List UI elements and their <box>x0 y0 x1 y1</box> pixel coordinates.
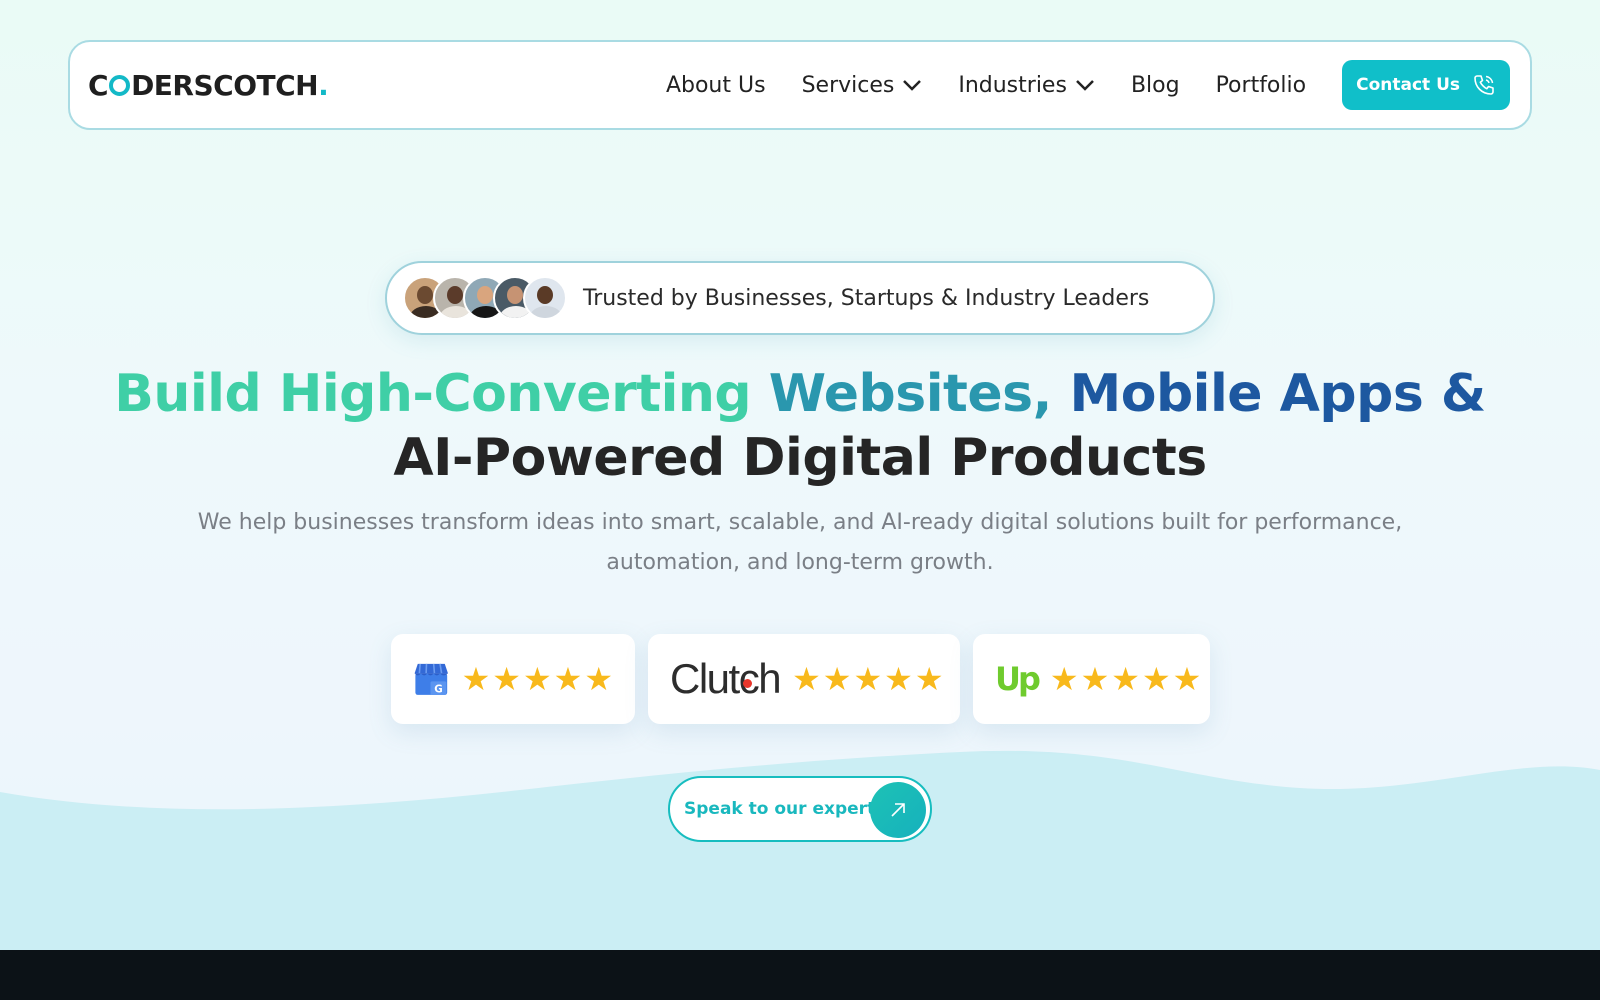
cta-arrow-circle <box>870 782 926 838</box>
trust-badge: Trusted by Businesses, Startups & Indust… <box>385 261 1215 335</box>
contact-us-button[interactable]: Contact Us <box>1342 60 1510 110</box>
speak-to-expert-label: Speak to our expert <box>684 799 876 819</box>
chevron-down-icon <box>903 80 922 91</box>
logo-letter-c: C <box>88 68 109 102</box>
phone-icon <box>1474 75 1494 95</box>
star-icon: ★ <box>792 660 821 698</box>
rating-card-clutch[interactable]: Clutch ★ ★ ★ ★ ★ <box>648 634 960 724</box>
avatar <box>523 276 567 320</box>
google-business-icon: G <box>414 663 448 696</box>
star-icon: ★ <box>492 660 521 698</box>
star-icon: ★ <box>884 660 913 698</box>
trust-text: Trusted by Businesses, Startups & Indust… <box>583 285 1150 311</box>
hero-wave-background <box>0 750 1600 950</box>
footer-band <box>0 950 1600 1000</box>
hero-headline: Build High-Converting Websites, Mobile A… <box>0 362 1600 490</box>
star-icon: ★ <box>1049 660 1079 698</box>
headline-part-green: Build High-Converting <box>114 364 752 424</box>
nav-services[interactable]: Services <box>802 73 923 98</box>
logo[interactable]: C DERSCOTCH . <box>88 68 329 102</box>
rating-stars: ★ ★ ★ ★ ★ <box>1050 663 1201 695</box>
nav-services-label: Services <box>801 72 895 98</box>
nav-portfolio-label: Portfolio <box>1215 72 1307 98</box>
star-icon: ★ <box>914 660 944 698</box>
clutch-logo: Clutch <box>670 655 782 703</box>
headline-part-blue: Mobile Apps & <box>1069 364 1486 424</box>
speak-to-expert-button[interactable]: Speak to our expert <box>668 776 932 842</box>
clutch-logo-text: Clutch <box>670 655 782 702</box>
nav-portfolio[interactable]: Portfolio <box>1216 73 1307 98</box>
nav-blog[interactable]: Blog <box>1131 73 1180 98</box>
headline-line-2: AI-Powered Digital Products <box>393 428 1207 488</box>
star-icon: ★ <box>1172 660 1202 698</box>
star-icon: ★ <box>853 660 883 698</box>
star-icon: ★ <box>553 660 583 698</box>
star-icon: ★ <box>584 660 613 698</box>
star-icon: ★ <box>822 660 852 698</box>
contact-us-label: Contact Us <box>1356 75 1460 95</box>
rating-card-google[interactable]: G ★ ★ ★ ★ ★ <box>391 634 635 724</box>
logo-text: DERSCOTCH <box>131 68 319 102</box>
avatar-group <box>403 276 567 320</box>
rating-stars: ★ ★ ★ ★ ★ <box>462 663 613 695</box>
logo-dot: . <box>318 68 329 102</box>
nav-links: About Us Services Industries Blog Portfo… <box>666 73 1306 98</box>
hero-subtext: We help businesses transform ideas into … <box>197 510 1403 575</box>
rating-stars: ★ ★ ★ ★ ★ <box>792 663 943 695</box>
logo-ring-icon <box>109 74 131 96</box>
nav-blog-label: Blog <box>1130 72 1180 98</box>
nav-about-us-label: About Us <box>665 72 766 98</box>
chevron-down-icon <box>1076 80 1094 91</box>
star-icon: ★ <box>1141 660 1171 698</box>
nav-industries[interactable]: Industries <box>958 73 1095 98</box>
nav-industries-label: Industries <box>958 72 1067 98</box>
star-icon: ★ <box>461 660 491 698</box>
arrow-up-right-icon <box>891 803 905 817</box>
clutch-dot-icon <box>743 679 752 688</box>
headline-part-teal: Websites, <box>768 364 1053 424</box>
upwork-logo: Up <box>995 660 1041 698</box>
nav-about-us[interactable]: About Us <box>666 73 766 98</box>
rating-card-upwork[interactable]: Up ★ ★ ★ ★ ★ <box>973 634 1210 724</box>
star-icon: ★ <box>1080 660 1110 698</box>
star-icon: ★ <box>522 660 552 698</box>
star-icon: ★ <box>1111 660 1140 698</box>
navbar: C DERSCOTCH . About Us Services Industri… <box>68 40 1532 130</box>
svg-text:G: G <box>434 684 442 696</box>
